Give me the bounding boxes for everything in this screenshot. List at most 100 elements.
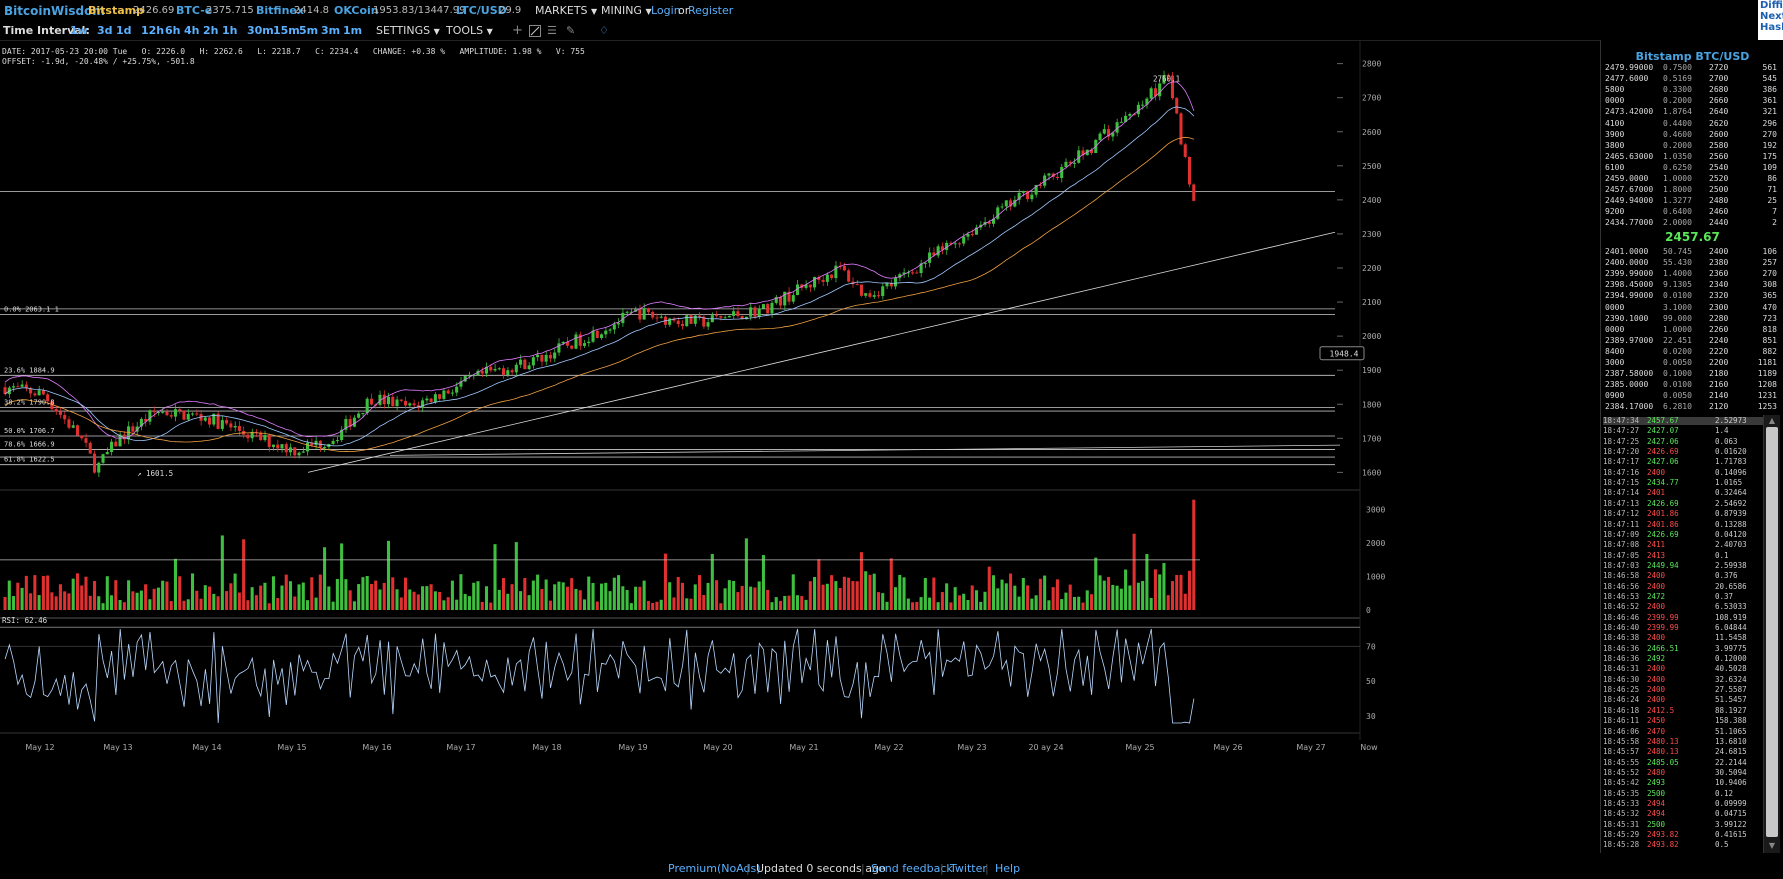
volume-bar bbox=[297, 584, 301, 610]
candle-body bbox=[595, 330, 599, 338]
volume-bar bbox=[284, 574, 288, 610]
tools-menu[interactable]: TOOLS ▼ bbox=[446, 22, 493, 41]
trade-cell: 18:47:20 bbox=[1603, 447, 1640, 457]
trade-cell: 18:45:29 bbox=[1603, 830, 1640, 839]
ask-cell: 2457.67000 bbox=[1605, 185, 1654, 195]
volume-bar bbox=[868, 574, 872, 610]
price-tick-label: 2400 bbox=[1362, 196, 1381, 205]
volume-bar bbox=[621, 586, 625, 610]
trade-cell: 2400 bbox=[1647, 695, 1666, 705]
volume-bar bbox=[668, 582, 672, 610]
candle-body bbox=[519, 359, 523, 365]
candle-body bbox=[229, 423, 233, 428]
trade-cell: 2449.94 bbox=[1647, 560, 1679, 570]
scrollbar-thumb[interactable] bbox=[1766, 427, 1778, 837]
mining-menu[interactable]: MINING ▼ bbox=[601, 0, 652, 23]
volume-bar bbox=[75, 573, 79, 610]
trade-cell: 158.388 bbox=[1715, 716, 1747, 726]
volume-bar bbox=[553, 584, 557, 610]
volume-bar bbox=[1162, 563, 1166, 610]
volume-bar bbox=[753, 587, 757, 610]
interval-1w[interactable]: 1w bbox=[70, 22, 88, 40]
login-link[interactable]: Login bbox=[651, 0, 681, 22]
ask-cell: 561 bbox=[1762, 63, 1777, 72]
trade-row: 18:47:16 2400 0.14096 bbox=[1603, 468, 1763, 477]
volume-bar bbox=[574, 588, 578, 610]
volume-bar bbox=[323, 547, 327, 610]
candle-body bbox=[323, 446, 327, 448]
bid-cell: 1.0000 bbox=[1663, 324, 1692, 334]
trade-cell: 2401.86 bbox=[1647, 509, 1679, 519]
scroll-up-icon[interactable]: ▲ bbox=[1767, 416, 1777, 426]
candle-body bbox=[361, 413, 365, 415]
twitter-link[interactable]: Twitter bbox=[950, 858, 987, 879]
volume-bar bbox=[693, 584, 697, 610]
ask-cell: 0.4600 bbox=[1663, 129, 1692, 139]
candle-body bbox=[761, 304, 765, 309]
trade-row: 18:47:17 2427.06 1.71783 bbox=[1603, 457, 1763, 467]
fib-level-label: 50.0% 1706.7 bbox=[4, 427, 55, 435]
interval-3d[interactable]: 3d bbox=[97, 22, 113, 40]
markets-menu[interactable]: MARKETS ▼ bbox=[535, 0, 597, 23]
interval-1d[interactable]: 1d bbox=[116, 22, 132, 40]
parallel-lines-icon[interactable]: ☰ bbox=[547, 22, 557, 40]
trade-cell: 2.54692 bbox=[1715, 498, 1747, 508]
line-draw-icon[interactable] bbox=[529, 22, 541, 40]
volume-bar bbox=[651, 602, 655, 610]
trade-cell: 18:46:40 bbox=[1603, 623, 1640, 632]
volume-bar bbox=[642, 580, 646, 610]
crosshair-icon[interactable]: + bbox=[512, 22, 523, 40]
bid-cell: 308 bbox=[1762, 280, 1777, 290]
trade-cell: 1.0165 bbox=[1715, 478, 1743, 488]
interval-12h[interactable]: 12h bbox=[141, 22, 164, 40]
interval-5m[interactable]: 5m bbox=[299, 22, 318, 40]
ask-cell: 2465.63000 bbox=[1605, 151, 1654, 161]
volume-bar bbox=[306, 600, 310, 610]
trade-cell: 18:47:27 bbox=[1603, 426, 1640, 436]
interval-4h[interactable]: 4h bbox=[184, 22, 200, 40]
candle-body bbox=[540, 354, 544, 362]
bid-row: 3000 0.0050 2200 1181 bbox=[1605, 357, 1781, 368]
candle-body bbox=[84, 438, 88, 443]
alert-bell-icon[interactable]: ♢ bbox=[599, 22, 609, 40]
volume-bar bbox=[561, 582, 565, 610]
volume-bar bbox=[604, 582, 608, 610]
trade-cell: 1.71783 bbox=[1715, 457, 1747, 467]
moving-averages bbox=[4, 81, 1195, 453]
interval-6h[interactable]: 6h bbox=[165, 22, 181, 40]
help-link[interactable]: Help bbox=[995, 858, 1020, 879]
pencil-icon[interactable]: ✎ bbox=[566, 22, 575, 40]
volume-bar bbox=[617, 575, 621, 610]
candle-body bbox=[1102, 129, 1106, 134]
candle-body bbox=[267, 435, 271, 448]
volume-bar bbox=[237, 592, 241, 610]
register-link[interactable]: Register bbox=[688, 0, 733, 22]
bid-cell: 6.2810 bbox=[1663, 402, 1692, 412]
settings-menu[interactable]: SETTINGS ▼ bbox=[376, 22, 440, 41]
interval-30m[interactable]: 30m bbox=[247, 22, 274, 40]
ask-cell: 2473.42000 bbox=[1605, 107, 1654, 117]
trade-cell: 108.919 bbox=[1715, 612, 1747, 622]
trade-row: 18:45:28 2493.82 0.5 bbox=[1603, 841, 1763, 850]
scroll-down-icon[interactable]: ▼ bbox=[1767, 841, 1777, 851]
candle-body bbox=[297, 452, 301, 456]
candle-body bbox=[1128, 114, 1132, 116]
trade-row: 18:46:36 2466.51 3.99775 bbox=[1603, 644, 1763, 653]
trade-history-scrollbar[interactable]: ▲ ▼ bbox=[1763, 415, 1780, 853]
ask-cell: 361 bbox=[1762, 96, 1777, 106]
interval-3m[interactable]: 3m bbox=[321, 22, 340, 40]
candle-body bbox=[510, 370, 514, 373]
interval-1h[interactable]: 1h bbox=[222, 22, 238, 40]
price-chart[interactable]: 2800 2700 2600 2500 2400 2300 2200 2100 2000 1900… bbox=[0, 40, 1400, 858]
exchange-okcoin[interactable]: OKCoin bbox=[334, 0, 379, 22]
volume-bar bbox=[144, 584, 148, 610]
interval-1m[interactable]: 1m bbox=[343, 22, 362, 40]
updated-status: Updated 0 seconds ago bbox=[756, 862, 886, 875]
ask-row: 2465.63000 1.0350 2560 175 bbox=[1605, 151, 1781, 162]
interval-2h[interactable]: 2h bbox=[203, 22, 219, 40]
candle-body bbox=[284, 444, 288, 453]
interval-15m[interactable]: 15m bbox=[273, 22, 300, 40]
trade-cell: 2492 bbox=[1647, 654, 1666, 664]
volume-bar bbox=[118, 599, 122, 610]
candle-body bbox=[67, 419, 71, 428]
